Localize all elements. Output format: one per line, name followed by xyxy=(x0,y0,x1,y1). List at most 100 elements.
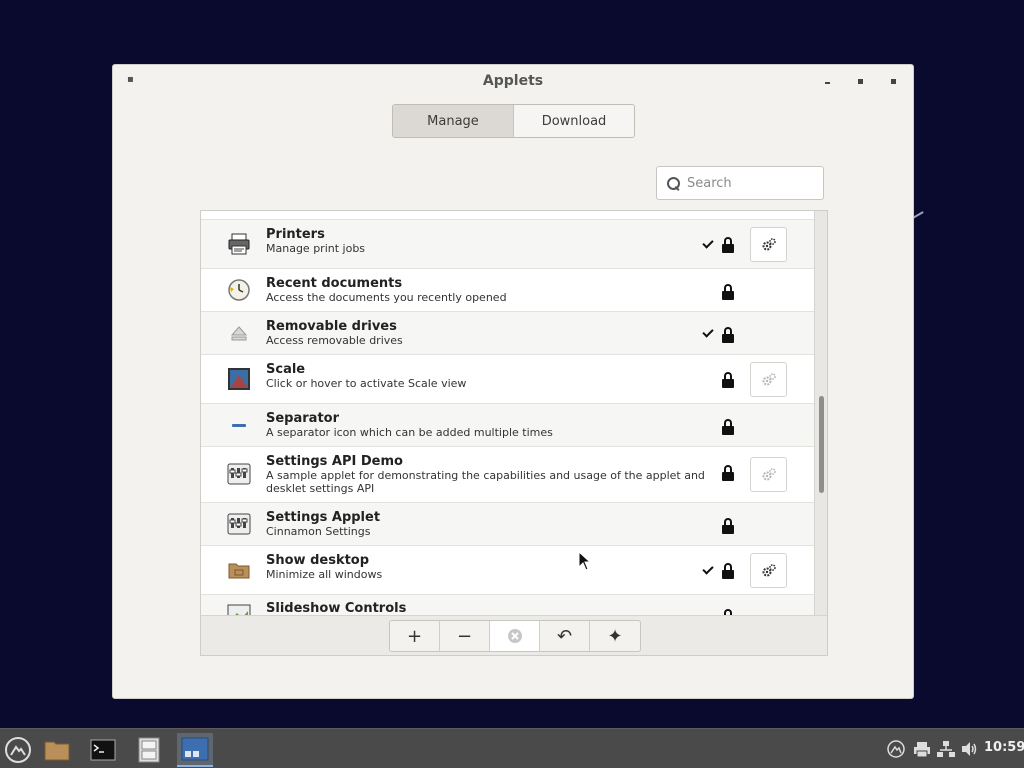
list-item-scale[interactable]: Scale Click or hover to activate Scale v… xyxy=(201,355,814,404)
tab-download[interactable]: Download xyxy=(514,105,634,137)
gears-icon xyxy=(762,372,776,385)
list-top-spacer xyxy=(201,211,814,220)
applets-window-icon xyxy=(181,737,209,761)
lock-icon xyxy=(722,465,734,482)
scrollbar-thumb[interactable] xyxy=(819,396,824,493)
applet-name: Settings Applet xyxy=(266,510,381,525)
gears-icon xyxy=(762,237,776,250)
applet-description: Manage print jobs xyxy=(266,242,366,255)
enabled-check-icon xyxy=(702,237,714,249)
taskbar: 10:59 xyxy=(0,728,1024,768)
lock-icon xyxy=(722,372,734,389)
file-cabinet-icon xyxy=(138,737,160,763)
enabled-check-icon xyxy=(702,326,714,338)
maximize-button[interactable] xyxy=(858,73,863,84)
clock[interactable]: 10:59 xyxy=(984,740,1024,755)
add-applet-button[interactable]: + xyxy=(390,621,440,651)
network-icon[interactable] xyxy=(937,740,955,758)
lock-icon xyxy=(722,419,734,436)
enabled-check-icon xyxy=(702,563,714,575)
mouse-cursor-icon xyxy=(578,551,592,571)
applet-description: Minimize all windows xyxy=(266,568,383,581)
background-decoration xyxy=(912,211,924,219)
applets-window-task[interactable] xyxy=(177,733,213,767)
uninstall-button[interactable] xyxy=(490,621,540,651)
eject-icon xyxy=(230,326,248,341)
applet-name: Scale xyxy=(266,362,306,377)
window-title: Applets xyxy=(482,73,544,89)
volume-icon[interactable] xyxy=(960,740,978,758)
search-icon xyxy=(667,177,680,190)
applet-name: Show desktop xyxy=(266,553,370,568)
applet-name: Recent documents xyxy=(266,276,403,291)
minimize-icon xyxy=(825,82,830,84)
applet-description: A sample applet for demonstrating the ca… xyxy=(266,469,705,495)
list-item-show-desktop[interactable]: Show desktop Minimize all windows xyxy=(201,546,814,595)
list-item-removable-drives[interactable]: Removable drives Access removable drives xyxy=(201,312,814,355)
lock-icon xyxy=(722,563,734,580)
list-item-recent-documents[interactable]: Recent documents Access the documents yo… xyxy=(201,269,814,312)
file-cabinet-launcher[interactable] xyxy=(131,733,167,767)
list-scrollbar[interactable] xyxy=(814,211,827,615)
title-bar: ▪ Applets xyxy=(113,65,913,99)
files-icon xyxy=(44,741,70,761)
restore-default-button[interactable]: ↶ xyxy=(540,621,590,651)
scale-icon xyxy=(228,368,250,390)
applet-name: Settings API Demo xyxy=(266,454,403,469)
search-box[interactable] xyxy=(656,166,824,200)
applet-description: Access removable drives xyxy=(266,334,403,347)
gears-icon xyxy=(762,563,776,576)
applet-name: Printers xyxy=(266,227,325,242)
printer-icon xyxy=(228,233,250,255)
applet-list-frame: Printers Manage print jobs Recent docume… xyxy=(200,210,828,656)
more-options-button[interactable]: ✦ xyxy=(590,621,640,651)
applet-description: Cinnamon Settings xyxy=(266,525,371,538)
settings-icon xyxy=(227,463,251,485)
folder-icon xyxy=(228,563,250,579)
configure-button[interactable] xyxy=(750,227,787,262)
list-item-slideshow-controls[interactable]: Slideshow Controls xyxy=(201,595,814,615)
configure-button[interactable] xyxy=(750,457,787,492)
remove-applet-button[interactable]: − xyxy=(440,621,490,651)
gears-icon xyxy=(762,467,776,480)
applet-description: A separator icon which can be added mult… xyxy=(266,426,553,439)
printer-tray-icon[interactable] xyxy=(913,740,931,758)
menu-button[interactable] xyxy=(0,733,36,767)
list-toolbar: + − ↶ ✦ xyxy=(201,615,827,655)
list-item-settings-api-demo[interactable]: Settings API Demo A sample applet for de… xyxy=(201,447,814,503)
applet-description: Access the documents you recently opened xyxy=(266,291,507,304)
applet-description: Click or hover to activate Scale view xyxy=(266,377,467,390)
slideshow-icon xyxy=(227,604,251,615)
cinnamon-icon[interactable] xyxy=(887,740,905,758)
applet-name: Slideshow Controls xyxy=(266,601,407,615)
tab-bar: Manage Download xyxy=(392,104,635,138)
settings-icon xyxy=(227,513,251,535)
applet-name: Removable drives xyxy=(266,319,397,334)
files-launcher[interactable] xyxy=(39,733,75,767)
maximize-icon xyxy=(858,79,863,84)
lock-icon xyxy=(722,237,734,254)
applets-window: ▪ Applets Manage Download Printers Ma xyxy=(112,64,914,699)
close-button[interactable] xyxy=(891,73,896,84)
close-icon xyxy=(891,79,896,84)
tab-manage[interactable]: Manage xyxy=(393,105,514,137)
terminal-icon xyxy=(90,739,116,761)
separator-icon xyxy=(232,424,246,427)
applet-name: Separator xyxy=(266,411,339,426)
applet-list[interactable]: Printers Manage print jobs Recent docume… xyxy=(201,211,814,615)
lock-icon xyxy=(722,327,734,344)
configure-button[interactable] xyxy=(750,362,787,397)
menu-icon xyxy=(5,737,31,763)
lock-icon xyxy=(722,284,734,301)
minimize-button[interactable] xyxy=(825,73,830,84)
list-item-printers[interactable]: Printers Manage print jobs xyxy=(201,220,814,269)
clear-icon xyxy=(507,629,522,643)
lock-icon xyxy=(722,518,734,535)
terminal-launcher[interactable] xyxy=(85,733,121,767)
list-item-settings-applet[interactable]: Settings Applet Cinnamon Settings xyxy=(201,503,814,546)
search-input[interactable] xyxy=(687,175,817,191)
toolbar-button-group: + − ↶ ✦ xyxy=(389,620,641,652)
configure-button[interactable] xyxy=(750,553,787,588)
list-item-separator[interactable]: Separator A separator icon which can be … xyxy=(201,404,814,447)
clock-icon xyxy=(228,279,250,301)
